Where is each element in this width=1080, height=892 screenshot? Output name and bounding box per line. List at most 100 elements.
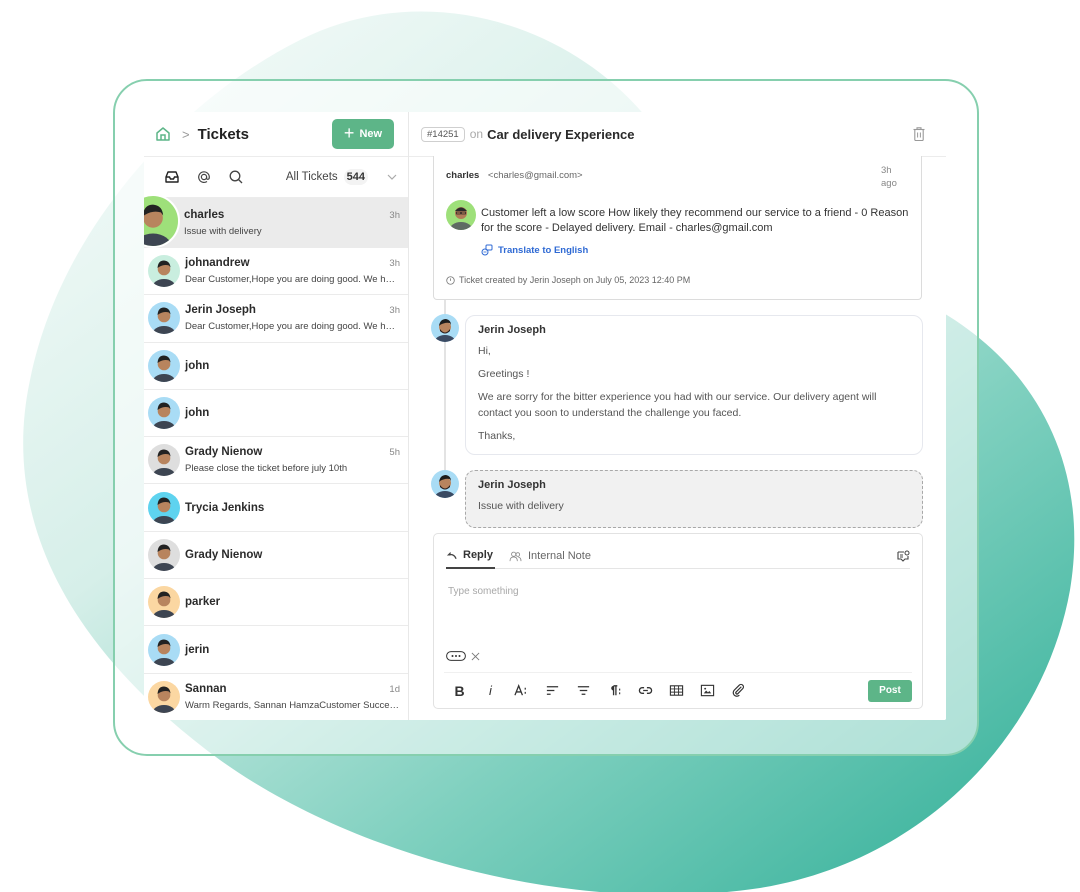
avatar (148, 491, 180, 524)
ticket-list-item[interactable]: Trycia Jenkins (144, 484, 408, 532)
home-icon[interactable] (154, 125, 172, 143)
align-left-icon (546, 686, 559, 695)
ticket-list-item[interactable]: johnandrew 3h Dear Customer,Hope you are d… (144, 248, 408, 296)
ticket-list-item[interactable]: charles 3h Issue with delivery (144, 194, 408, 248)
paragraph-button[interactable] (599, 679, 630, 703)
ticket-requester-name: Grady Nienow (185, 548, 263, 561)
align-center-button[interactable] (568, 679, 599, 703)
timestamp-value: 3h (881, 165, 892, 176)
new-ticket-label: New (359, 128, 383, 140)
created-text: Ticket created by Jerin Joseph on July 0… (459, 275, 691, 285)
ticket-time: 3h (389, 305, 400, 317)
chevron-down-icon[interactable] (386, 171, 398, 183)
message-body: Customer left a low score How likely the… (481, 207, 909, 235)
ticket-list-item[interactable]: jerin (144, 626, 408, 674)
reply-input[interactable] (448, 586, 908, 646)
more-options-icon[interactable] (446, 651, 466, 661)
ticket-text: Sannan 1d Warm Regards, Sannan HamzaCustom… (185, 683, 400, 711)
ticket-filter-bar: All Tickets 544 (144, 157, 408, 198)
ticket-text: charles 3h Issue with delivery (184, 209, 400, 237)
ticket-requester-name: Sannan (185, 682, 227, 695)
ticket-list-item[interactable]: Jerin Joseph 3h Dear Customer,Hope you are… (144, 295, 408, 343)
ticket-requester-name: jerin (185, 643, 210, 656)
bold-button[interactable]: B (444, 679, 475, 703)
ticket-preview: Dear Customer,Hope you are doing good. W… (185, 321, 400, 333)
ticket-list-item[interactable]: john (144, 343, 408, 390)
sender-email: <charles@gmail.com> (487, 170, 583, 181)
breadcrumb-separator: > (182, 126, 190, 142)
ticket-requester-name: Grady Nienow (185, 446, 263, 459)
reply-line: Hi, (478, 345, 491, 357)
close-icon[interactable] (471, 652, 480, 661)
ticket-preview: Issue with delivery (184, 225, 262, 237)
ticket-preview: Dear Customer,Hope you are doing good. W… (185, 274, 400, 286)
avatar (148, 302, 180, 335)
avatar (148, 538, 180, 571)
ticket-requester-name: parker (185, 596, 221, 609)
avatar (148, 444, 180, 477)
customer-message-card: charles <charles@gmail.com> 3h ago Custo… (433, 156, 922, 300)
composer-extras (446, 651, 480, 661)
ticket-list-item[interactable]: Sannan 1d Warm Regards, Sannan HamzaCustom… (144, 674, 408, 720)
avatar (148, 586, 180, 619)
canned-response-icon[interactable] (896, 549, 910, 563)
ticket-detail: #14251 on Car delivery Experience charle… (409, 112, 946, 720)
post-button[interactable]: Post (868, 679, 912, 702)
ticket-id-badge: #14251 (421, 126, 465, 142)
ticket-preview: Warm Regards, Sannan HamzaCustomer Succe… (185, 699, 400, 711)
italic-button[interactable]: i (475, 679, 506, 703)
search-icon[interactable] (228, 169, 244, 185)
link-button[interactable] (630, 679, 661, 703)
paragraph-icon (611, 685, 621, 696)
agent-reply-message: Jerin Joseph Hi, Greetings ! We are sorr… (465, 315, 923, 455)
internal-note-message: Jerin Joseph Issue with delivery (465, 470, 923, 528)
message-timestamp: 3h ago (881, 164, 901, 191)
tab-internal-note[interactable]: Internal Note (509, 544, 591, 569)
ticket-requester-name: Jerin Joseph (185, 304, 256, 317)
ticket-time: 3h (389, 209, 400, 221)
ticket-requester-name: Trycia Jenkins (185, 501, 265, 514)
avatar (431, 470, 459, 498)
ticket-preview: Please close the ticket before july 10th (185, 463, 348, 475)
attachment-button[interactable] (723, 679, 754, 703)
avatar (148, 255, 180, 288)
image-button[interactable] (692, 679, 723, 703)
note-author: Jerin Joseph (478, 479, 546, 491)
ticket-text: john (185, 360, 400, 372)
ticket-list-item[interactable]: Grady Nienow 5h Please close the ticket be… (144, 437, 408, 485)
page-title: Tickets (197, 125, 250, 143)
ticket-time: 3h (389, 258, 400, 270)
ticket-text: Trycia Jenkins (185, 502, 400, 514)
ticket-list-item[interactable]: Grady Nienow (144, 532, 408, 580)
ticket-list-item[interactable]: parker (144, 579, 408, 627)
trash-icon[interactable] (912, 126, 926, 142)
reply-icon (446, 551, 457, 559)
inbox-icon[interactable] (164, 169, 180, 185)
at-mention-icon[interactable] (196, 169, 212, 185)
font-size-button[interactable] (506, 679, 537, 703)
ticket-filter-dropdown[interactable]: All Tickets (286, 171, 338, 183)
ticket-count-badge: 544 (343, 169, 368, 185)
tab-reply[interactable]: Reply (446, 544, 495, 569)
composer-tabs: Reply Internal Note (446, 544, 910, 569)
avatar (148, 349, 180, 382)
translate-link[interactable]: Translate to English (481, 244, 588, 256)
align-left-button[interactable] (537, 679, 568, 703)
avatar (148, 680, 180, 713)
reply-author: Jerin Joseph (478, 324, 546, 336)
ticket-text: Grady Nienow 5h Please close the ticket be… (185, 446, 400, 474)
table-icon (669, 685, 684, 696)
ticket-created-info: Ticket created by Jerin Joseph on July 0… (446, 275, 690, 285)
ticket-sidebar: > Tickets + New All Tickets 544 charles … (144, 112, 409, 720)
table-button[interactable] (661, 679, 692, 703)
new-ticket-button[interactable]: + New (332, 119, 394, 149)
reply-line: Thanks, (478, 429, 516, 442)
timestamp-suffix: ago (881, 178, 897, 190)
ticket-text: Jerin Joseph 3h Dear Customer,Hope you are… (185, 304, 400, 332)
align-center-icon (577, 686, 590, 695)
avatar (431, 314, 459, 342)
translate-label: Translate to English (498, 244, 589, 256)
ticket-title: Car delivery Experience (487, 126, 635, 142)
avatar (148, 397, 180, 430)
ticket-list-item[interactable]: john (144, 390, 408, 438)
